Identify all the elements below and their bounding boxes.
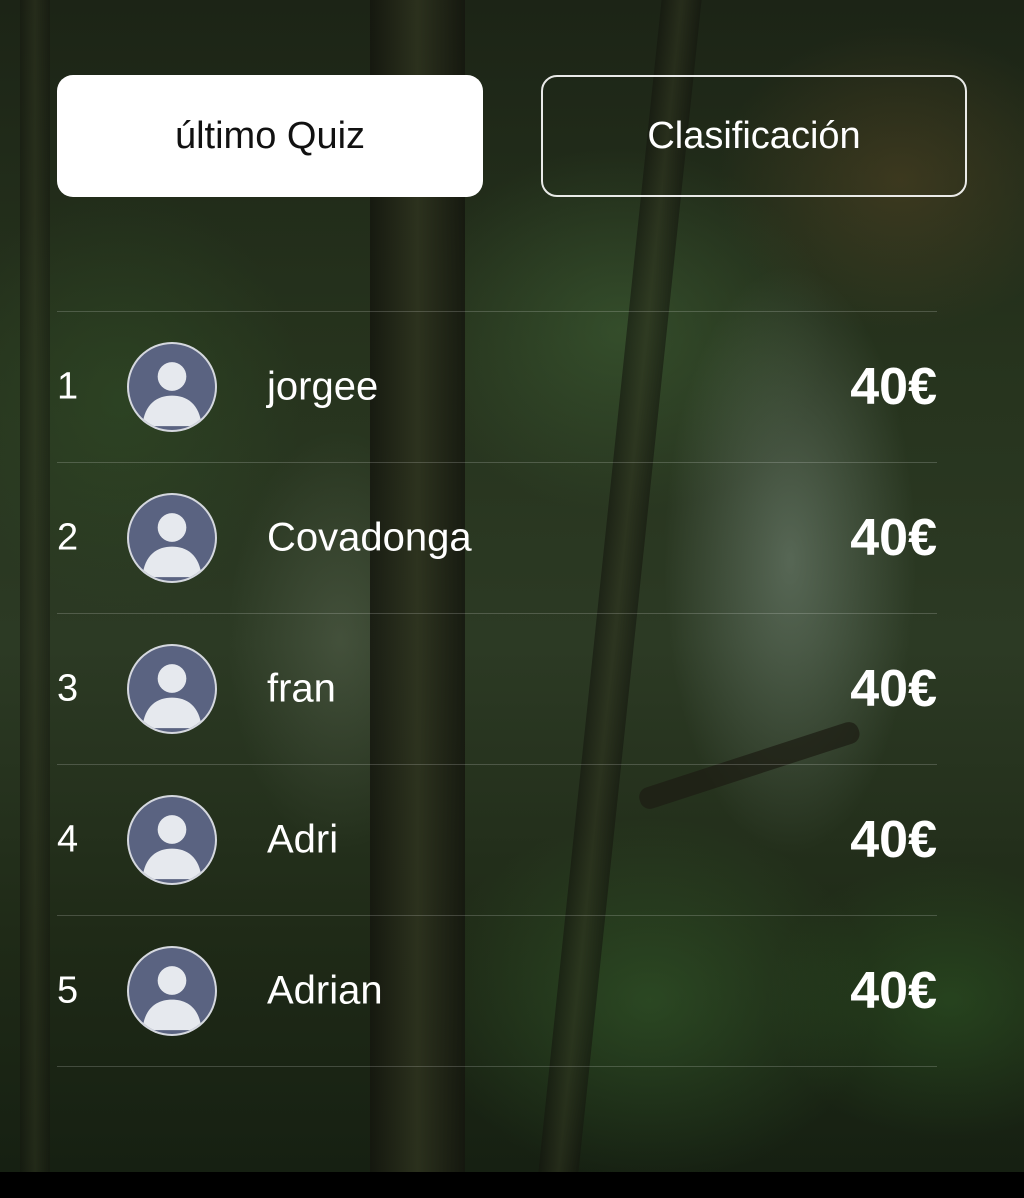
bottom-bar [0,1172,1024,1198]
user-placeholder-icon [127,644,217,734]
player-score: 40€ [850,660,937,718]
player-score: 40€ [850,962,937,1020]
leaderboard-row[interactable]: 5 Adrian 40€ [57,916,937,1067]
user-placeholder-icon [127,795,217,885]
player-name: Adri [267,817,339,862]
leaderboard-list: 1 jorgee 40€ 2 Covadonga 40€ 3 fran 40€ … [57,311,937,1067]
player-name: fran [267,666,336,711]
player-name: jorgee [267,364,379,409]
leaderboard-row[interactable]: 3 fran 40€ [57,614,937,765]
leaderboard-row[interactable]: 4 Adri 40€ [57,765,937,916]
player-name: Covadonga [267,515,472,560]
tab-ranking[interactable]: Clasificación [541,75,967,197]
user-placeholder-icon [127,946,217,1036]
player-score: 40€ [850,358,937,416]
player-name: Adrian [267,968,383,1013]
rank-number: 2 [57,516,79,559]
user-placeholder-icon [127,493,217,583]
player-score: 40€ [850,811,937,869]
player-score: 40€ [850,509,937,567]
rank-number: 3 [57,667,79,710]
tab-last-quiz[interactable]: último Quiz [57,75,483,197]
rank-number: 1 [57,365,79,408]
user-placeholder-icon [127,342,217,432]
leaderboard-row[interactable]: 2 Covadonga 40€ [57,463,937,614]
rank-number: 4 [57,818,79,861]
rank-number: 5 [57,969,79,1012]
leaderboard-row[interactable]: 1 jorgee 40€ [57,311,937,463]
tree-trunk [20,0,50,1172]
